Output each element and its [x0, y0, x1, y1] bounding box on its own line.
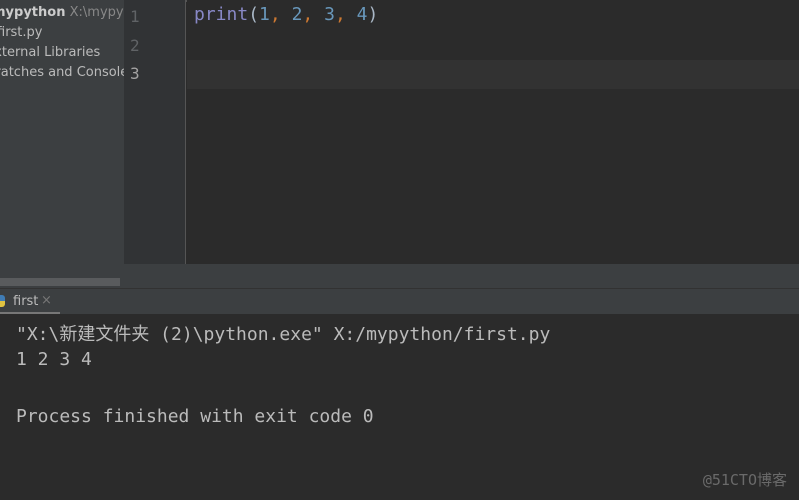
line-gutter: 1 2 3: [124, 0, 186, 264]
code-editor[interactable]: print(1, 2, 3, 4): [187, 0, 799, 264]
tree-item-scratches[interactable]: Scratches and Consoles: [0, 63, 124, 83]
project-root[interactable]: mypython X:\mypython: [0, 3, 124, 23]
editor-bottom-bar: [124, 264, 799, 288]
project-name: mypython: [0, 5, 66, 20]
python-icon: [0, 295, 5, 307]
line-number: 2: [130, 36, 140, 55]
watermark: @51CTO博客: [702, 471, 787, 489]
close-icon[interactable]: ×: [41, 293, 52, 308]
project-path: X:\mypython: [69, 5, 124, 20]
tree-item-external-libraries[interactable]: External Libraries: [0, 43, 100, 63]
line-number: 3: [130, 64, 140, 83]
tree-item-first-py[interactable]: first.py: [0, 23, 42, 43]
console-line: 1 2 3 4: [16, 349, 92, 370]
run-tab-first[interactable]: first ×: [0, 289, 60, 315]
console-line: Process finished with exit code 0: [16, 406, 374, 427]
code-line-1: print(1, 2, 3, 4): [194, 4, 379, 25]
run-tab-label: first: [13, 294, 39, 309]
run-console[interactable]: "X:\新建文件夹 (2)\python.exe" X:/mypython/fi…: [0, 314, 799, 500]
project-tree: mypython X:\mypython first.py External L…: [0, 0, 124, 288]
console-line: "X:\新建文件夹 (2)\python.exe" X:/mypython/fi…: [16, 324, 551, 345]
line-number: 1: [130, 7, 140, 26]
current-line-highlight: [187, 60, 799, 89]
run-tool-window-tabs: first ×: [0, 288, 799, 315]
sidebar-scrollbar[interactable]: [0, 278, 120, 286]
